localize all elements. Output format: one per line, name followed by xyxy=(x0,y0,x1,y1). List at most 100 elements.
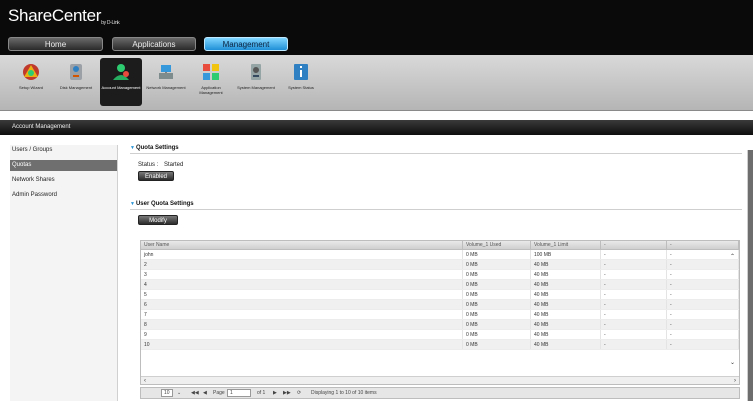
scroll-up-icon[interactable]: ⌃ xyxy=(730,253,735,260)
tab-management[interactable]: Management xyxy=(204,37,288,51)
sidebar-item-quotas[interactable]: Quotas xyxy=(10,160,117,171)
toolbar-label: Network Management xyxy=(146,85,186,90)
brand-name: ShareCenter xyxy=(8,6,102,25)
account-icon xyxy=(113,64,129,80)
tab-home[interactable]: Home xyxy=(8,37,103,51)
top-bar: ShareCenterby D-Link Home Applications M… xyxy=(0,0,753,55)
main-content: ▼ Quota Settings Status : Started Enable… xyxy=(130,145,742,225)
cell-limit: 40 MB xyxy=(531,320,601,329)
sidebar-item-users-groups[interactable]: Users / Groups xyxy=(10,145,117,156)
column-header-volume1-limit[interactable]: Volume_1 Limit xyxy=(531,241,601,249)
collapse-triangle-icon: ▼ xyxy=(130,145,135,151)
cell-user: 10 xyxy=(141,340,463,349)
toolbar-disk-management[interactable]: Disk Management xyxy=(55,58,97,106)
cell-user: 7 xyxy=(141,310,463,319)
column-header-volume1-used[interactable]: Volume_1 Used xyxy=(463,241,531,249)
cell-extra: - xyxy=(601,330,667,339)
system-icon xyxy=(251,64,261,80)
table-row[interactable]: 3 0 MB 40 MB - - xyxy=(141,270,739,280)
cell-extra: - xyxy=(601,300,667,309)
toolbar-account-management[interactable]: Account Management xyxy=(100,58,142,106)
quota-settings-header[interactable]: ▼ Quota Settings xyxy=(130,145,742,151)
enabled-button[interactable]: Enabled xyxy=(138,171,174,181)
horizontal-scrollbar[interactable]: ‹ › xyxy=(141,376,739,384)
cell-limit: 40 MB xyxy=(531,290,601,299)
user-quota-header[interactable]: ▼ User Quota Settings xyxy=(130,201,742,207)
cell-used: 0 MB xyxy=(463,270,531,279)
toolbar-label: System Status xyxy=(288,85,314,90)
divider xyxy=(130,153,742,154)
wizard-icon xyxy=(23,64,39,80)
cell-extra: - xyxy=(601,290,667,299)
table-row[interactable]: 10 0 MB 40 MB - - xyxy=(141,340,739,350)
toolbar-system-status[interactable]: System Status xyxy=(280,58,322,106)
cell-used: 0 MB xyxy=(463,260,531,269)
cell-limit: 40 MB xyxy=(531,270,601,279)
cell-extra: - xyxy=(601,310,667,319)
prev-page-icon[interactable]: ◀ xyxy=(203,388,207,398)
cell-limit: 40 MB xyxy=(531,340,601,349)
table-row[interactable]: 9 0 MB 40 MB - - xyxy=(141,330,739,340)
table-pager: 10 ⌄ ◀◀ ◀ Page 1 of 1 ▶ ▶▶ ⟳ Displaying … xyxy=(140,387,740,399)
cell-used: 0 MB xyxy=(463,300,531,309)
column-header-blank[interactable]: - xyxy=(601,241,667,249)
next-page-icon[interactable]: ▶ xyxy=(273,388,277,398)
cell-extra: - xyxy=(667,280,739,289)
cell-extra: - xyxy=(667,270,739,279)
management-toolbar: Setup Wizard Disk Management Account Man… xyxy=(0,55,753,111)
cell-limit: 100 MB xyxy=(531,250,601,259)
scroll-left-icon[interactable]: ‹ xyxy=(144,377,146,384)
last-page-icon[interactable]: ▶▶ xyxy=(283,388,291,398)
column-header-user-name[interactable]: User Name xyxy=(141,241,463,249)
toolbar-network-management[interactable]: Network Management xyxy=(145,58,187,106)
sidebar: Users / Groups Quotas Network Shares Adm… xyxy=(10,145,118,401)
sidebar-item-network-shares[interactable]: Network Shares xyxy=(10,175,117,186)
table-header: User Name Volume_1 Used Volume_1 Limit -… xyxy=(141,241,739,250)
modify-button[interactable]: Modify xyxy=(138,215,178,225)
table-row[interactable]: john 0 MB 100 MB - - xyxy=(141,250,739,260)
toolbar-setup-wizard[interactable]: Setup Wizard xyxy=(10,58,52,106)
toolbar-label: Account Management xyxy=(101,85,141,90)
table-row[interactable]: 4 0 MB 40 MB - - xyxy=(141,280,739,290)
table-row[interactable]: 6 0 MB 40 MB - - xyxy=(141,300,739,310)
cell-extra: - xyxy=(667,250,739,259)
cell-extra: - xyxy=(667,330,739,339)
toolbar-label: Setup Wizard xyxy=(18,85,43,90)
user-quota-title: User Quota Settings xyxy=(135,201,194,207)
dropdown-arrow-icon[interactable]: ⌄ xyxy=(177,388,181,398)
quota-status-row: Status : Started xyxy=(138,162,742,168)
cell-extra: - xyxy=(601,260,667,269)
cell-used: 0 MB xyxy=(463,290,531,299)
cell-user: 6 xyxy=(141,300,463,309)
page-number-input[interactable]: 1 xyxy=(227,389,251,397)
table-row[interactable]: 5 0 MB 40 MB - - xyxy=(141,290,739,300)
table-row[interactable]: 7 0 MB 40 MB - - xyxy=(141,310,739,320)
sidebar-item-admin-password[interactable]: Admin Password xyxy=(10,190,117,201)
cell-extra: - xyxy=(601,270,667,279)
status-value: Started xyxy=(164,162,184,168)
toolbar-system-management[interactable]: System Management xyxy=(235,58,277,106)
table-row[interactable]: 8 0 MB 40 MB - - xyxy=(141,320,739,330)
table-row[interactable]: 2 0 MB 40 MB - - xyxy=(141,260,739,270)
section-title: Account Management xyxy=(0,120,753,135)
cell-extra: - xyxy=(667,340,739,349)
page-size-select[interactable]: 10 xyxy=(161,389,173,397)
cell-extra: - xyxy=(601,280,667,289)
scroll-right-icon[interactable]: › xyxy=(734,377,736,384)
column-header-blank[interactable]: - xyxy=(667,241,739,249)
cell-extra: - xyxy=(601,250,667,259)
cell-used: 0 MB xyxy=(463,320,531,329)
cell-limit: 40 MB xyxy=(531,300,601,309)
cell-user: 5 xyxy=(141,290,463,299)
cell-limit: 40 MB xyxy=(531,260,601,269)
user-quota-table: User Name Volume_1 Used Volume_1 Limit -… xyxy=(140,240,740,385)
window-scrollbar[interactable] xyxy=(747,150,753,401)
toolbar-application-management[interactable]: Application Management xyxy=(190,58,232,106)
cell-extra: - xyxy=(667,290,739,299)
scrollbar-thumb[interactable] xyxy=(748,150,753,401)
first-page-icon[interactable]: ◀◀ xyxy=(191,388,199,398)
refresh-icon[interactable]: ⟳ xyxy=(297,388,301,398)
scroll-down-icon[interactable]: ⌄ xyxy=(730,359,735,366)
divider xyxy=(130,209,742,210)
tab-applications[interactable]: Applications xyxy=(112,37,196,51)
